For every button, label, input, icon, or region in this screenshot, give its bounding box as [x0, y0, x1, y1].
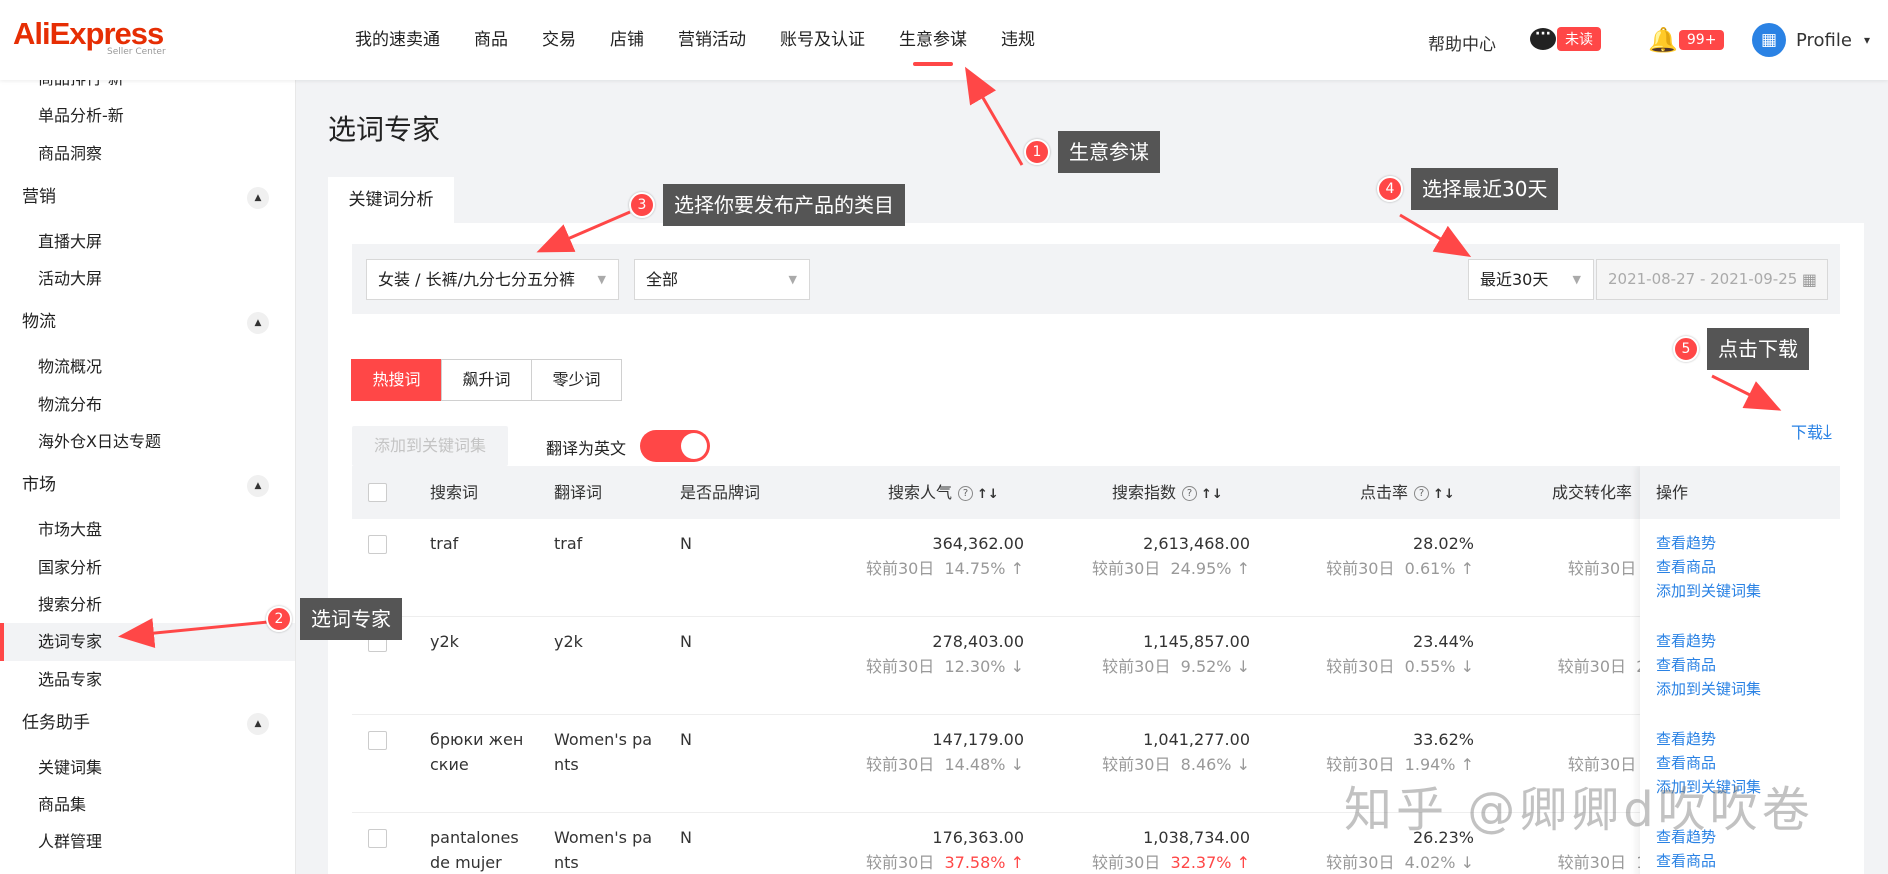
callout-number: 4 [1377, 176, 1403, 202]
callout-number: 5 [1673, 336, 1699, 362]
callout-text: 点击下载 [1707, 328, 1809, 370]
callout-1: 1 生意参谋 [1024, 131, 1160, 173]
annotation-arrows [118, 66, 1782, 649]
callout-number: 1 [1024, 139, 1050, 165]
arrow-to-category-select [536, 210, 631, 253]
arrow-to-keyword-expert [118, 618, 269, 649]
arrow-to-download [1711, 374, 1782, 411]
callout-number: 3 [629, 192, 655, 218]
callout-text: 选词专家 [300, 598, 402, 640]
callout-2: 2 选词专家 [266, 598, 402, 640]
callout-text: 选择最近30天 [1411, 168, 1559, 210]
arrow-to-business-advisor [964, 66, 1024, 166]
callout-4: 4 选择最近30天 [1377, 168, 1559, 210]
callout-text: 生意参谋 [1058, 131, 1160, 173]
callout-number: 2 [266, 606, 292, 632]
callout-3: 3 选择你要发布产品的类目 [629, 184, 905, 226]
callout-text: 选择你要发布产品的类目 [663, 184, 905, 226]
callout-5: 5 点击下载 [1673, 328, 1809, 370]
arrow-to-period-select [1399, 213, 1472, 258]
